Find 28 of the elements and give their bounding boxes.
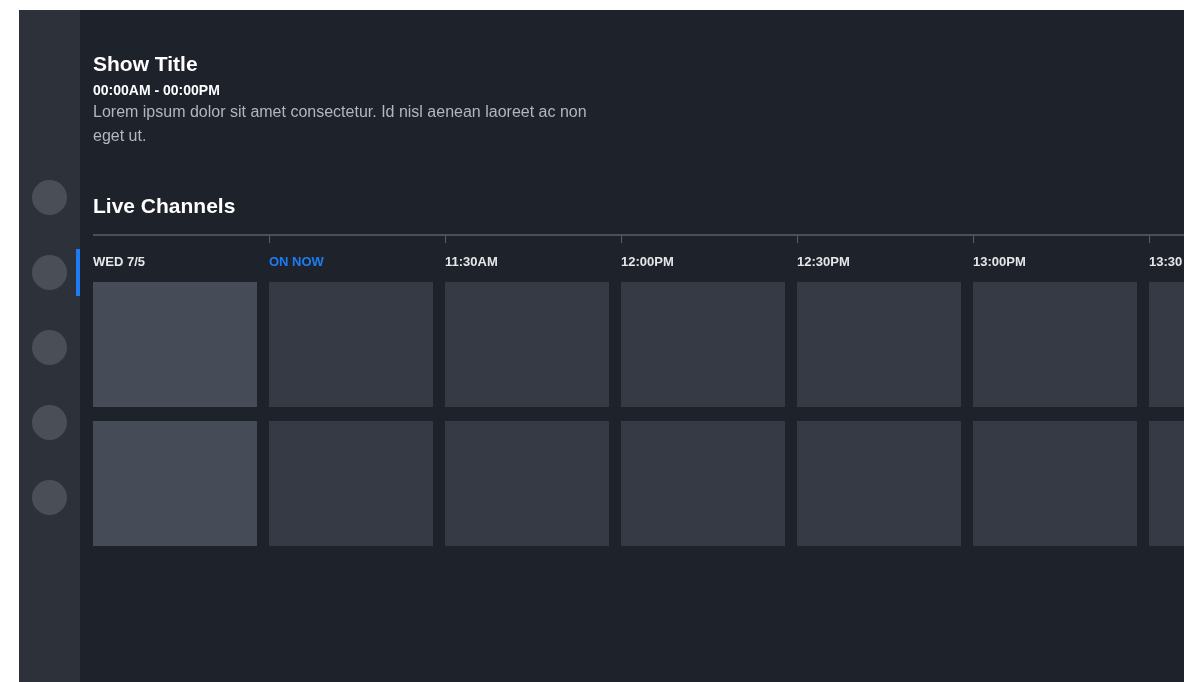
nav-item[interactable] — [32, 405, 67, 440]
program-tile[interactable] — [445, 421, 609, 546]
show-description: Lorem ipsum dolor sit amet consectetur. Id nisl aenean laoreet ac non eget ut. — [93, 102, 588, 146]
program-tile[interactable] — [445, 282, 609, 407]
program-tile[interactable] — [269, 421, 433, 546]
nav-item[interactable] — [32, 255, 67, 290]
nav-item[interactable] — [32, 330, 67, 365]
time-label: WED 7/5 — [93, 254, 145, 269]
time-label: ON NOW — [269, 254, 324, 269]
program-tile[interactable] — [269, 282, 433, 407]
program-tile[interactable] — [797, 282, 961, 407]
nav-item[interactable] — [32, 180, 67, 215]
channel-tile[interactable] — [93, 282, 257, 407]
time-label: 13:30 — [1149, 254, 1183, 269]
time-label: 11:30AM — [445, 254, 498, 269]
channel-tile[interactable] — [93, 421, 257, 546]
program-tile[interactable] — [797, 421, 961, 546]
time-label: 12:30PM — [797, 254, 850, 269]
time-label: 13:00PM — [973, 254, 1026, 269]
section-title: Live Channels — [93, 193, 237, 219]
nav-item[interactable] — [32, 480, 67, 515]
show-title: Show Title — [93, 51, 199, 77]
time-label: 12:00PM — [621, 254, 674, 269]
show-time: 00:00AM - 00:00PM — [93, 81, 221, 100]
program-tile[interactable] — [621, 282, 785, 407]
program-tile[interactable] — [973, 282, 1137, 407]
program-tile[interactable] — [973, 421, 1137, 546]
program-tile[interactable] — [621, 421, 785, 546]
